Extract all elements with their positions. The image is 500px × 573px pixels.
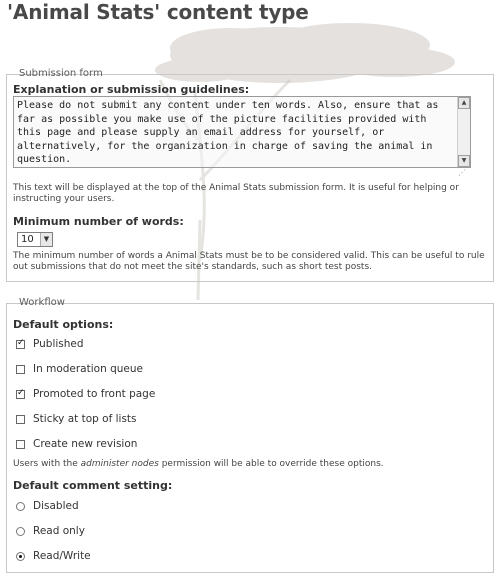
new-revision-checkbox[interactable] [16,439,25,449]
read-only-radio[interactable] [16,526,25,536]
guidelines-scrollbar[interactable]: ▲ ▼ [457,97,470,167]
workflow-legend: Workflow [19,297,65,308]
guidelines-textarea[interactable]: Please do not submit any content under t… [14,97,458,167]
min-words-label: Minimum number of words: [13,215,184,228]
option-promoted[interactable]: Promoted to front page [16,388,155,402]
option-label: Read only [33,525,85,537]
guidelines-textarea-container: Please do not submit any content under t… [13,96,471,177]
chevron-down-icon[interactable]: ▼ [40,233,52,246]
moderation-queue-checkbox[interactable] [16,364,25,374]
option-new-revision[interactable]: Create new revision [16,438,137,452]
default-options-label: Default options: [13,318,114,331]
workflow-fieldset: Workflow Default options: Published In m… [6,297,494,573]
disabled-radio[interactable] [16,501,25,511]
option-moderation-queue[interactable]: In moderation queue [16,363,143,377]
min-words-help-text: The minimum number of words a Animal Sta… [13,251,485,272]
option-sticky[interactable]: Sticky at top of lists [16,413,137,427]
scroll-up-icon[interactable]: ▲ [458,97,470,109]
comment-setting-label: Default comment setting: [13,479,173,492]
guidelines-label: Explanation or submission guidelines: [13,83,250,96]
sticky-checkbox[interactable] [16,414,25,424]
promoted-checkbox[interactable] [16,388,25,399]
scroll-down-icon[interactable]: ▼ [458,155,470,167]
published-checkbox[interactable] [16,338,25,349]
override-note: Users with the administer nodes permissi… [13,459,384,469]
guidelines-help-text: This text will be displayed at the top o… [13,183,459,204]
option-label: Disabled [33,500,79,512]
resize-grip-icon[interactable]: ⋰ [458,169,468,177]
submission-form-legend: Submission form [19,68,103,79]
option-label: In moderation queue [33,363,143,375]
submission-form-fieldset: Submission form Explanation or submissio… [6,68,494,282]
page-title: 'Animal Stats' content type [7,0,309,24]
min-words-select[interactable]: 10 ▼ [17,232,53,247]
option-label: Promoted to front page [33,388,156,400]
min-words-value: 10 [21,234,34,245]
permission-name: administer nodes [80,459,159,469]
option-published[interactable]: Published [16,338,84,352]
read-write-radio[interactable] [16,551,25,561]
option-label: Read/Write [33,550,91,562]
option-label: Published [33,338,84,350]
comment-option-disabled[interactable]: Disabled [16,500,79,514]
option-label: Sticky at top of lists [33,413,137,425]
comment-option-read-only[interactable]: Read only [16,525,85,539]
option-label: Create new revision [33,438,138,450]
